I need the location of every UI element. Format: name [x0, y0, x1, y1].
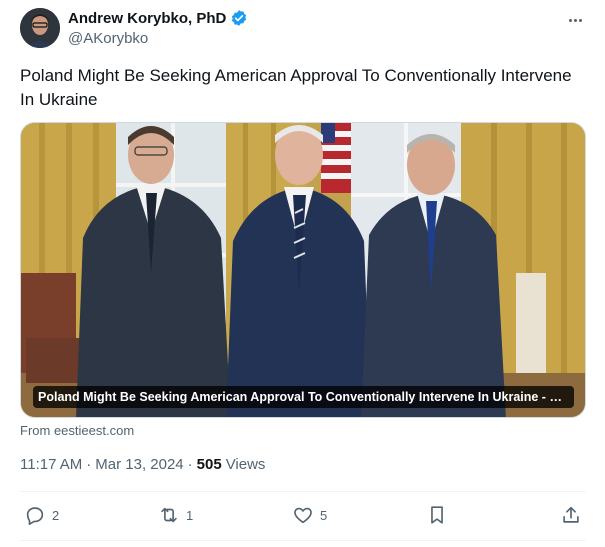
tweet-time[interactable]: 11:17 AM — [20, 456, 82, 473]
author-name-row: Andrew Korybko, PhD — [68, 9, 248, 27]
share-upload-icon — [560, 504, 582, 526]
divider — [20, 540, 586, 541]
tweet-meta: 11:17 AM · Mar 13, 2024 · 505 Views — [20, 456, 265, 473]
more-dots-icon[interactable] — [563, 10, 587, 30]
like-count: 5 — [320, 507, 328, 523]
reply-bubble-icon — [24, 504, 46, 526]
heart-icon — [292, 504, 314, 526]
like-button[interactable]: 5 — [292, 504, 327, 526]
tweet-post: Andrew Korybko, PhD @AKorybko Poland Mig… — [0, 0, 605, 547]
verified-badge-icon — [230, 9, 248, 27]
meta-separator: · — [187, 456, 193, 473]
views-count: 505 — [196, 456, 222, 473]
card-source-link[interactable]: From eestieest.com — [20, 423, 134, 438]
tweet-date[interactable]: Mar 13, 2024 — [95, 456, 183, 473]
meta-separator: · — [86, 456, 92, 473]
reply-count: 2 — [52, 507, 60, 523]
author-handle[interactable]: @AKorybko — [68, 30, 148, 47]
divider — [20, 491, 586, 492]
link-card[interactable]: Poland Might Be Seeking American Approva… — [20, 122, 586, 418]
card-caption: Poland Might Be Seeking American Approva… — [33, 386, 574, 408]
views-label: Views — [225, 456, 266, 473]
avatar[interactable] — [20, 8, 60, 48]
bookmark-icon — [426, 504, 448, 526]
reply-button[interactable]: 2 — [24, 504, 59, 526]
action-bar: 2 1 5 — [20, 500, 586, 532]
tweet-text: Poland Might Be Seeking American Approva… — [20, 66, 572, 109]
card-image — [21, 123, 585, 417]
repost-arrows-icon — [158, 504, 180, 526]
share-button[interactable] — [560, 504, 582, 526]
bookmark-button[interactable] — [426, 504, 448, 526]
repost-count: 1 — [186, 507, 194, 523]
repost-button[interactable]: 1 — [158, 504, 193, 526]
author-display-name[interactable]: Andrew Korybko, PhD — [68, 10, 226, 27]
